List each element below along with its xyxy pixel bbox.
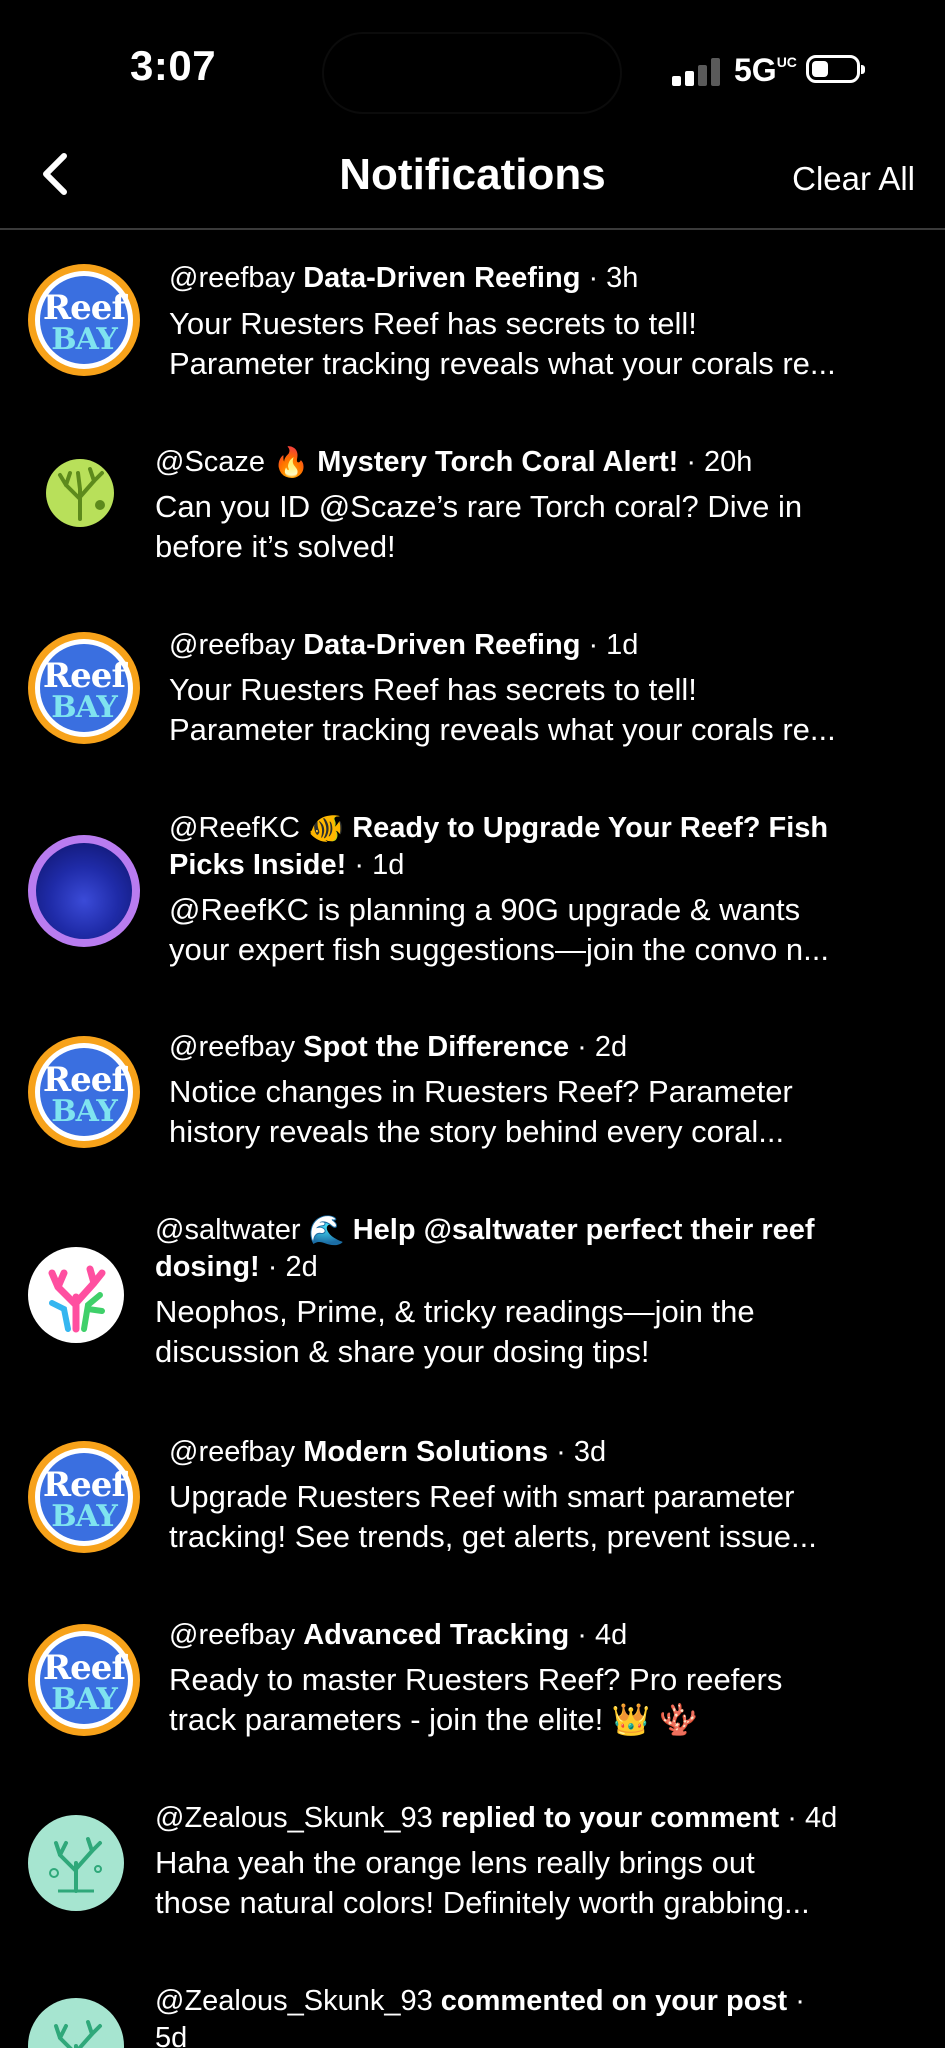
notification-line-1: Ready to master Ruesters Reef? Pro reefe…	[169, 1662, 783, 1697]
notification-line-1: @ReefKC is planning a 90G upgrade & want…	[169, 892, 801, 927]
fire-icon: 🔥	[273, 447, 310, 480]
notification-line-2: track parameters - join the elite! 👑 🪸	[169, 1702, 698, 1737]
notification-line-2: Parameter tracking reveals what your cor…	[169, 712, 836, 747]
notification-meta-cont: dosing! · 2d	[155, 1251, 318, 1283]
status-time: 3:07	[130, 42, 217, 89]
reefbay-avatar: Reef BAY	[28, 1441, 140, 1553]
status-bar: 3:07 5GUC	[0, 0, 945, 140]
notification-item[interactable]: @Scaze 🔥 Mystery Torch Coral Alert! · 20…	[0, 413, 945, 593]
dynamic-island	[322, 32, 622, 114]
notification-item[interactable]: @Zealous_Skunk_93 replied to your commen…	[0, 1769, 945, 1949]
notification-item[interactable]: Reef BAY @reefbay Spot the Difference · 2…	[0, 998, 945, 1178]
saltwater-avatar	[28, 1247, 124, 1343]
coral-icon	[49, 1837, 102, 1893]
notification-line-1: Neophos, Prime, & tricky readings—join t…	[155, 1294, 755, 1329]
notification-meta: @Zealous_Skunk_93 commented on your post…	[155, 1985, 805, 2017]
coral-icon	[54, 2020, 102, 2048]
notification-meta: @reefbay Modern Solutions · 3d	[169, 1436, 607, 1468]
notification-item[interactable]: Reef BAY @reefbay Data-Driven Reefing · 3…	[0, 230, 945, 410]
notification-line-1: Notice changes in Ruesters Reef? Paramet…	[169, 1074, 793, 1109]
notification-line-1: Your Ruesters Reef has secrets to tell!	[169, 306, 697, 341]
notification-line-2: those natural colors! Definitely worth g…	[155, 1885, 810, 1920]
notification-line-2: your expert fish suggestions—join the co…	[169, 932, 829, 967]
battery-icon	[806, 55, 865, 83]
wave-icon: 🌊	[308, 1215, 345, 1248]
reefbay-avatar: Reef BAY	[28, 264, 140, 376]
notification-line-1: Can you ID @Scaze’s rare Torch coral? Di…	[155, 489, 803, 524]
notification-item[interactable]: Reef BAY @reefbay Advanced Tracking · 4d …	[0, 1586, 945, 1766]
notification-meta: @ReefKC 🐠 Ready to Upgrade Your Reef? Fi…	[169, 809, 929, 848]
zealous-skunk-avatar	[28, 1998, 124, 2048]
reefbay-avatar: Reef BAY	[28, 1624, 140, 1736]
notification-item[interactable]: @Zealous_Skunk_93 commented on your post…	[0, 1952, 945, 2048]
coral-icon	[48, 1265, 106, 1333]
zealous-skunk-avatar	[28, 1815, 124, 1911]
notification-line-2: Parameter tracking reveals what your cor…	[169, 346, 836, 381]
network-indicator: 5GUC	[734, 52, 797, 88]
notification-meta-cont: Picks Inside! · 1d	[169, 849, 405, 881]
nav-header: Notifications Clear All	[0, 140, 945, 230]
notification-item[interactable]: Reef BAY @reefbay Data-Driven Reefing · 1…	[0, 596, 945, 776]
notification-line-2: discussion & share your dosing tips!	[155, 1334, 650, 1369]
clear-all-button[interactable]: Clear All	[792, 160, 915, 198]
notification-item[interactable]: @ReefKC 🐠 Ready to Upgrade Your Reef? Fi…	[0, 779, 945, 994]
notification-line-2: history reveals the story behind every c…	[169, 1114, 785, 1149]
notification-meta: @saltwater 🌊 Help @saltwater perfect the…	[155, 1211, 930, 1250]
notification-meta: @reefbay Data-Driven Reefing · 1d	[169, 629, 639, 661]
notification-line-1: Haha yeah the orange lens really brings …	[155, 1845, 755, 1880]
notification-line-2: tracking! See trends, get alerts, preven…	[169, 1519, 817, 1554]
signal-icon	[672, 58, 722, 86]
notification-meta-cont: 5d	[155, 2022, 188, 2048]
fish-icon: 🐠	[308, 813, 345, 846]
notification-meta: @reefbay Data-Driven Reefing · 3h	[169, 262, 639, 294]
reefbay-avatar: Reef BAY	[28, 632, 140, 744]
reefkc-avatar	[28, 835, 140, 947]
notification-meta: @Scaze 🔥 Mystery Torch Coral Alert! · 20…	[155, 443, 925, 482]
reefbay-avatar: Reef BAY	[28, 1036, 140, 1148]
notification-meta: @Zealous_Skunk_93 replied to your commen…	[155, 1802, 838, 1834]
notification-meta: @reefbay Advanced Tracking · 4d	[169, 1619, 628, 1651]
coral-icon	[46, 459, 114, 527]
notification-item[interactable]: @saltwater 🌊 Help @saltwater perfect the…	[0, 1181, 945, 1401]
scaze-avatar	[40, 453, 120, 533]
notification-line-1: Your Ruesters Reef has secrets to tell!	[169, 672, 697, 707]
notification-item[interactable]: Reef BAY @reefbay Modern Solutions · 3d U…	[0, 1403, 945, 1583]
notification-line-2: before it’s solved!	[155, 529, 396, 564]
notification-meta: @reefbay Spot the Difference · 2d	[169, 1031, 628, 1063]
notification-line-1: Upgrade Ruesters Reef with smart paramet…	[169, 1479, 795, 1514]
